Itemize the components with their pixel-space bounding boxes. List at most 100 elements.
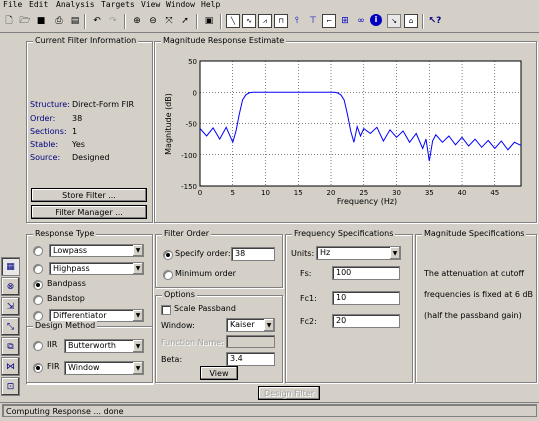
menu-file[interactable]: File xyxy=(3,0,22,9)
bandpass-label: Bandpass xyxy=(47,279,86,288)
menu-targets[interactable]: Targets xyxy=(101,0,135,9)
zoom-fit-icon[interactable]: ↘ xyxy=(387,14,401,28)
y-tick-label: -50 xyxy=(186,121,197,129)
bandstop-radio[interactable] xyxy=(33,295,43,305)
differentiator-value: Differentiator xyxy=(53,311,107,320)
lowpass-select[interactable]: Lowpass ▼ xyxy=(49,244,144,257)
group-delay-icon[interactable]: ⊓ xyxy=(274,14,288,28)
pole-zero-editor-icon[interactable]: ⊗ xyxy=(1,277,20,296)
new-icon[interactable]: 🗋 xyxy=(2,14,16,28)
units-select[interactable]: Hz ▼ xyxy=(316,246,401,260)
impulse-icon[interactable]: ⫯ xyxy=(290,14,304,28)
function-name-input[interactable] xyxy=(226,335,275,348)
view-button[interactable]: View xyxy=(200,366,238,380)
highpass-radio[interactable] xyxy=(33,264,43,274)
x-axis-label: Frequency (Hz) xyxy=(337,197,397,206)
design-filter-button[interactable]: Design Filter xyxy=(258,386,320,400)
fc1-label: Fc1: xyxy=(300,294,317,303)
x-tick-label: 20 xyxy=(327,189,336,197)
filter-design-icon[interactable]: ▦ xyxy=(1,257,20,276)
function-name-label: Function Name: xyxy=(161,338,224,347)
zoom-in-icon[interactable]: ⊕ xyxy=(130,14,144,28)
minimum-order-radio[interactable] xyxy=(163,270,173,280)
x-tick-label: 15 xyxy=(294,189,303,197)
phase-icon[interactable]: ∿ xyxy=(242,14,256,28)
fs-label: Fs: xyxy=(300,269,312,278)
help-icon[interactable]: ↖? xyxy=(428,14,442,28)
differentiator-radio[interactable] xyxy=(33,311,43,321)
fir-radio[interactable] xyxy=(33,363,43,373)
bandpass-radio[interactable] xyxy=(33,280,43,290)
redo-icon[interactable]: ↷ xyxy=(106,14,120,28)
convert-structure-icon[interactable]: ⧉ xyxy=(1,337,20,356)
y-axis: 50 0 -50 -100 -150 xyxy=(181,58,197,191)
menu-edit[interactable]: Edit xyxy=(29,0,48,9)
lowpass-radio[interactable] xyxy=(33,246,43,256)
design-filter-label: Design Filter xyxy=(264,388,314,398)
magnitude-chart[interactable]: 50 0 -50 -100 -150 0 5 10 15 20 25 30 35 40 45 Freque… xyxy=(155,46,534,220)
print-preview-icon[interactable]: ▤ xyxy=(68,14,82,28)
iir-select[interactable]: Butterworth ▼ xyxy=(64,339,144,353)
design-method-legend: Design Method xyxy=(33,321,98,330)
specify-order-label: Specify order: xyxy=(175,249,231,258)
fir-select[interactable]: Window ▼ xyxy=(64,361,144,375)
x-tick-label: 10 xyxy=(261,189,270,197)
menu-analysis[interactable]: Analysis xyxy=(56,0,95,9)
menu-help[interactable]: Help xyxy=(201,0,220,9)
specify-order-radio[interactable] xyxy=(163,250,173,260)
full-view-icon[interactable]: ⤧ xyxy=(162,14,176,28)
sections-label: Sections: xyxy=(30,127,67,136)
filter-manager-button[interactable]: Filter Manager ... xyxy=(31,205,147,219)
source-label: Source: xyxy=(30,153,61,162)
zoom-out-icon[interactable]: ⊖ xyxy=(146,14,160,28)
import-filter-icon[interactable]: ⇲ xyxy=(1,297,20,316)
stable-label: Stable: xyxy=(30,140,59,149)
fc2-input[interactable]: 20 xyxy=(332,314,400,328)
x-tick-label: 40 xyxy=(458,189,467,197)
source-value: Designed xyxy=(72,153,110,162)
beta-input[interactable]: 3.4 xyxy=(226,352,275,366)
window-select[interactable]: Kaiser ▼ xyxy=(226,318,275,332)
realize-model-icon[interactable]: ⊡ xyxy=(1,377,20,396)
mag-phase-icon[interactable]: ⩘ xyxy=(258,14,272,28)
fc2-value: 20 xyxy=(336,316,347,325)
fs-input[interactable]: 100 xyxy=(332,266,400,280)
x-tick-label: 45 xyxy=(490,189,499,197)
filter-order-legend: Filter Order xyxy=(162,229,212,238)
multirate-icon[interactable]: ⋈ xyxy=(1,357,20,376)
toolbar: 🗋 🗁 ■ ⎙ ▤ ↶ ↷ ⊕ ⊖ ⤧ ➚ ▣ ╲ ∿ ⩘ ⊓ ⫯ ⊤ ⌐ ⊞ … xyxy=(0,11,539,33)
filter-spec-icon[interactable]: i xyxy=(370,14,382,26)
mag-spec-line-1: The attenuation at cutoff xyxy=(424,269,525,278)
info-icon[interactable]: ∞ xyxy=(354,14,368,28)
undo-icon[interactable]: ↶ xyxy=(90,14,104,28)
order-input[interactable]: 38 xyxy=(231,247,275,261)
open-icon[interactable]: 🗁 xyxy=(18,14,32,28)
print-icon[interactable]: ⎙ xyxy=(52,14,66,28)
menu-view[interactable]: View xyxy=(141,0,160,9)
stable-value: Yes xyxy=(72,140,85,149)
y-axis-label: Magnitude (dB) xyxy=(164,93,173,155)
whats-this-icon[interactable]: ⌂ xyxy=(404,14,418,28)
fc1-input[interactable]: 10 xyxy=(332,291,400,305)
highpass-select[interactable]: Highpass ▼ xyxy=(49,262,144,275)
chevron-down-icon: ▼ xyxy=(133,263,143,274)
x-tick-label: 30 xyxy=(392,189,401,197)
scale-passband-checkbox[interactable] xyxy=(161,305,171,315)
iir-radio[interactable] xyxy=(33,341,43,351)
menu-window[interactable]: Window xyxy=(166,0,195,9)
step-icon[interactable]: ⊤ xyxy=(306,14,320,28)
coefficients-icon[interactable]: ⊞ xyxy=(338,14,352,28)
fc1-value: 10 xyxy=(336,293,347,302)
design-mode-icon[interactable]: ▣ xyxy=(202,14,216,28)
mag-spec-line-3: (half the passband gain) xyxy=(424,311,522,320)
magnitude-icon[interactable]: ╲ xyxy=(226,14,240,28)
magnitude-specs-panel: Magnitude Specifications xyxy=(415,229,537,383)
save-icon[interactable]: ■ xyxy=(34,14,48,28)
store-filter-label: Store Filter ... xyxy=(62,190,116,200)
transform-icon[interactable]: ⤡ xyxy=(1,317,20,336)
store-filter-button[interactable]: Store Filter ... xyxy=(31,188,147,202)
pole-zero-icon[interactable]: ⌐ xyxy=(322,14,336,28)
lowpass-value: Lowpass xyxy=(53,246,88,255)
arrow-icon[interactable]: ➚ xyxy=(178,14,192,28)
minimum-order-label: Minimum order xyxy=(175,269,236,278)
